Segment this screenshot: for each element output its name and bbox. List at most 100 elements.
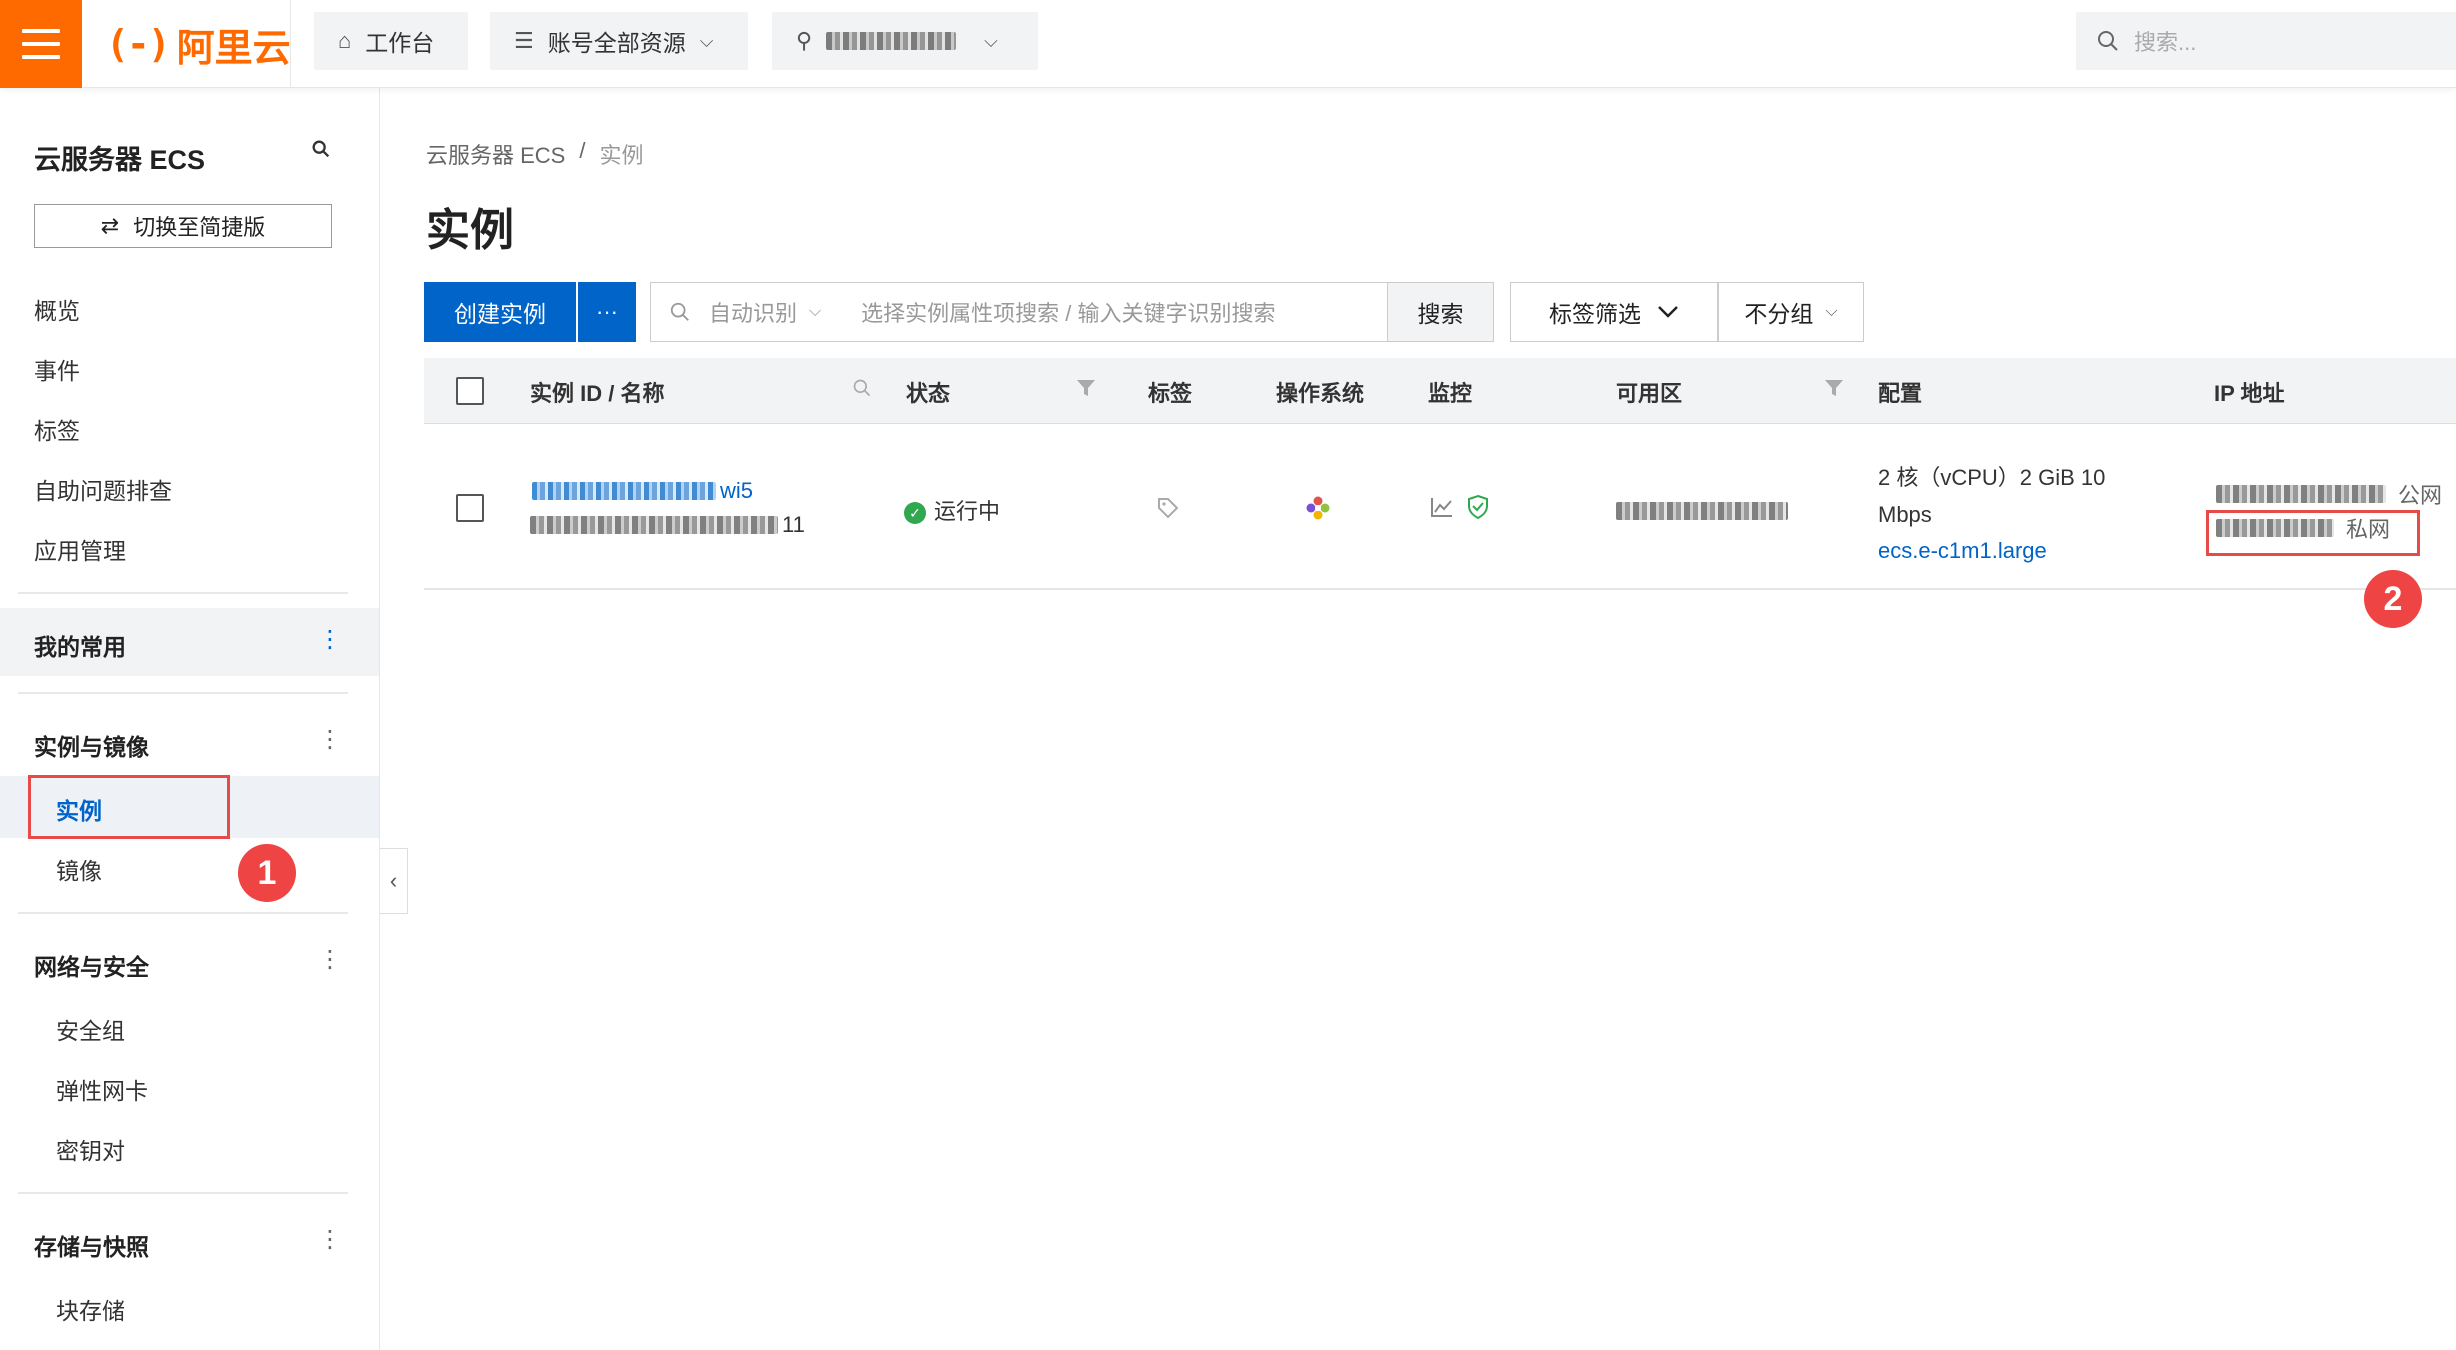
column-header-config: 配置 [1878, 381, 1923, 406]
annotation-highlight-box [28, 775, 230, 839]
table-header: 实例 ID / 名称 状态 标签 操作系统 监控 可用区 配置 IP 地址 [424, 358, 2456, 424]
sidebar-item-overview[interactable]: 概览 [34, 292, 80, 326]
search-button[interactable]: 搜索 [1388, 282, 1494, 342]
divider [18, 912, 348, 914]
filter-icon[interactable] [1076, 378, 1096, 398]
workbench-button[interactable]: ⌂ 工作台 [314, 12, 468, 70]
region-selector[interactable]: ⚲ ⌵ [772, 12, 1038, 70]
chevron-down-icon: ⌵ [1825, 303, 1838, 320]
resource-group-selector[interactable]: ☰ 账号全部资源 ⌵ [490, 12, 748, 70]
instance-name-suffix: 11 [782, 512, 805, 537]
tag-filter-label: 标签筛选 [1549, 301, 1641, 327]
server-icon: ☰ [514, 28, 534, 53]
chevron-down-icon: ⌵ [984, 30, 998, 51]
column-header-tags: 标签 [1148, 381, 1193, 406]
public-ip-redacted[interactable] [2216, 485, 2386, 503]
search-icon[interactable] [310, 138, 332, 160]
sidebar-item-block-storage[interactable]: 块存储 [56, 1292, 125, 1326]
group-by-label: 不分组 [1744, 301, 1814, 327]
home-icon: ⌂ [338, 28, 352, 53]
annotation-badge-1: 1 [238, 844, 296, 902]
chart-icon[interactable] [1430, 496, 1454, 518]
instance-name: 11 [530, 512, 805, 538]
tag-icon[interactable] [1156, 496, 1180, 520]
sidebar-item-key-pairs[interactable]: 密钥对 [56, 1132, 125, 1166]
sidebar-item-eni[interactable]: 弹性网卡 [56, 1072, 148, 1106]
search-icon[interactable] [852, 378, 872, 398]
chevron-down-icon: ⌵ [809, 303, 822, 320]
tag-filter-dropdown[interactable]: 标签筛选 [1510, 282, 1718, 342]
table-row: wi5 11 ✓ 运行中 2 核（vCPU）2 GiB 10 Mbps ecs.e… [424, 424, 2456, 590]
workbench-label: 工作台 [365, 30, 435, 56]
aliyun-logo[interactable]: (-) 阿里云 [106, 18, 291, 70]
kebab-menu-icon[interactable]: ⋮ [318, 948, 342, 972]
sidebar-item-app-management[interactable]: 应用管理 [34, 532, 126, 566]
logo-mark: (-) [106, 22, 171, 66]
global-search-input[interactable]: 搜索... [2076, 12, 2456, 70]
global-search-placeholder: 搜索... [2134, 30, 2197, 55]
kebab-menu-icon[interactable]: ⋮ [318, 728, 342, 752]
divider [18, 692, 348, 694]
row-select-checkbox[interactable] [456, 494, 484, 522]
breadcrumb-parent[interactable]: 云服务器 ECS [426, 138, 565, 170]
search-mode-label: 自动识别 [709, 301, 798, 326]
config-spec-line1: 2 核（vCPU）2 GiB 10 [1878, 465, 2106, 490]
switch-label: 切换至简捷版 [133, 215, 266, 240]
annotation-highlight-box [2206, 510, 2420, 556]
menu-line-icon [22, 29, 60, 33]
sidebar-group-instances-images: 实例与镜像 [34, 734, 149, 760]
divider [18, 592, 348, 594]
hamburger-menu-button[interactable] [0, 0, 82, 88]
sidebar: 云服务器 ECS ⇄ 切换至简捷版 概览 事件 标签 自助问题排查 应用管理 我… [0, 88, 380, 1350]
group-by-dropdown[interactable]: 不分组 ⌵ [1718, 282, 1864, 342]
column-header-zone: 可用区 [1616, 381, 1683, 406]
column-header-os: 操作系统 [1276, 381, 1365, 406]
sidebar-item-tags[interactable]: 标签 [34, 412, 80, 446]
create-instance-button[interactable]: 创建实例 [424, 282, 576, 342]
shield-check-icon[interactable] [1466, 494, 1490, 520]
column-header-monitoring: 监控 [1428, 381, 1473, 406]
sidebar-group-storage-snapshots: 存储与快照 [34, 1234, 149, 1260]
top-bar: (-) 阿里云 ⌂ 工作台 ☰ 账号全部资源 ⌵ ⚲ ⌵ 搜索... [0, 0, 2456, 88]
filter-icon[interactable] [1824, 378, 1844, 398]
region-label [826, 32, 957, 50]
instance-id-suffix: wi5 [720, 478, 754, 503]
config-cell: 2 核（vCPU）2 GiB 10 Mbps ecs.e-c1m1.large [1878, 460, 2105, 564]
instance-id-link[interactable]: wi5 [532, 478, 753, 504]
status-label: 运行中 [934, 499, 1001, 524]
sidebar-item-security-groups[interactable]: 安全组 [56, 1012, 125, 1046]
select-all-checkbox[interactable] [456, 377, 484, 405]
page-title: 实例 [426, 206, 514, 255]
instance-search-input[interactable]: 自动识别 ⌵ 选择实例属性项搜索 / 输入关键字识别搜索 [650, 282, 1388, 342]
search-mode-dropdown[interactable]: 自动识别 ⌵ [709, 296, 821, 328]
resource-group-label: 账号全部资源 [547, 30, 686, 56]
more-actions-button[interactable]: ··· [578, 282, 636, 342]
kebab-menu-icon[interactable]: ⋮ [318, 1228, 342, 1252]
os-logo-icon [1306, 496, 1330, 520]
breadcrumb-current: 实例 [599, 143, 644, 168]
chevron-left-icon: ‹ [389, 868, 398, 893]
check-circle-icon: ✓ [904, 502, 926, 525]
chevron-down-icon [1658, 306, 1678, 318]
search-placeholder: 选择实例属性项搜索 / 输入关键字识别搜索 [861, 301, 1276, 326]
instance-type-link[interactable]: ecs.e-c1m1.large [1878, 538, 2105, 564]
zone-redacted [1616, 502, 1788, 520]
sidebar-item-troubleshoot[interactable]: 自助问题排查 [34, 472, 172, 506]
instance-name-redacted [530, 516, 778, 534]
switch-simple-view-button[interactable]: ⇄ 切换至简捷版 [34, 204, 332, 248]
sidebar-item-events[interactable]: 事件 [34, 352, 80, 386]
search-icon [2098, 31, 2118, 51]
breadcrumb: 云服务器 ECS / 实例 [426, 138, 644, 170]
search-icon [670, 302, 689, 321]
sidebar-item-images[interactable]: 镜像 [56, 852, 102, 886]
sidebar-group-favorites[interactable]: 我的常用 [34, 628, 126, 662]
divider [18, 1192, 348, 1194]
swap-icon: ⇄ [100, 213, 120, 238]
column-header-ip: IP 地址 [2214, 381, 2285, 406]
instance-id-redacted [532, 482, 716, 500]
breadcrumb-separator: / [579, 138, 586, 163]
kebab-menu-icon[interactable]: ⋮ [318, 628, 342, 652]
config-spec-line2: Mbps [1878, 502, 1932, 527]
collapse-sidebar-button[interactable]: ‹ [380, 848, 408, 914]
chevron-down-icon: ⌵ [699, 30, 714, 51]
